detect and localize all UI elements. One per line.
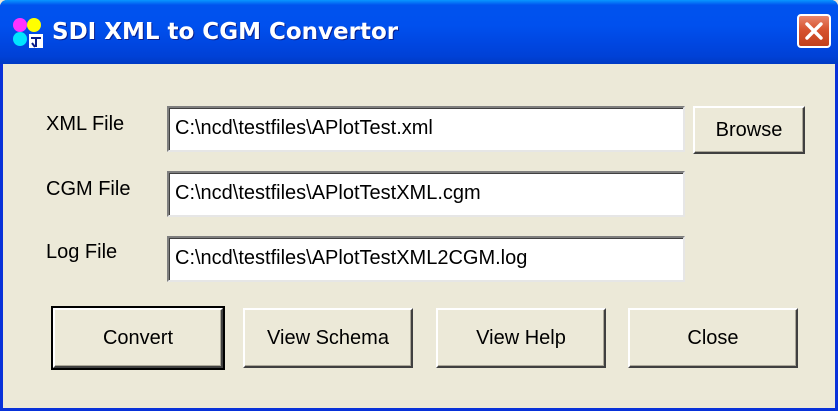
- cgm-file-field[interactable]: C:\ncd\testfiles\APlotTestXML.cgm: [167, 171, 685, 217]
- xml-file-label: XML File: [46, 113, 125, 135]
- xml-file-field[interactable]: C:\ncd\testfiles\APlotTest.xml: [167, 106, 685, 152]
- view-help-button[interactable]: View Help: [436, 308, 606, 368]
- cgm-file-label: CGM File: [46, 178, 131, 200]
- close-button[interactable]: Close: [628, 308, 798, 368]
- view-schema-button[interactable]: View Schema: [243, 308, 413, 368]
- title-close-button[interactable]: [797, 14, 831, 48]
- browse-button[interactable]: Browse: [693, 106, 805, 154]
- app-window: SDI XML to CGM Convertor XML File C:\ncd…: [0, 0, 838, 411]
- cgm-convertor-icon[interactable]: [12, 17, 46, 51]
- log-file-label: Log File: [46, 241, 118, 263]
- title-bar[interactable]: SDI XML to CGM Convertor: [0, 0, 838, 64]
- window-title: SDI XML to CGM Convertor: [52, 19, 399, 45]
- close-icon: [805, 22, 823, 40]
- log-file-field[interactable]: C:\ncd\testfiles\APlotTestXML2CGM.log: [167, 236, 685, 282]
- convert-button[interactable]: Convert: [51, 306, 225, 370]
